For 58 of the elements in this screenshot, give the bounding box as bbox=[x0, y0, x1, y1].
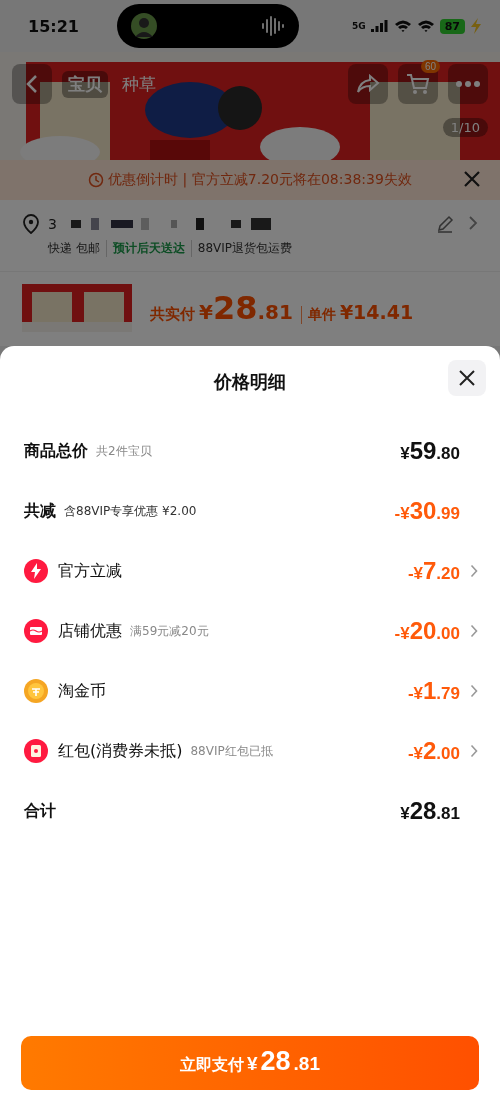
total-paid-price: ¥28.81 bbox=[199, 289, 293, 327]
chevron-right-icon bbox=[470, 564, 478, 578]
price-item-label: 店铺优惠 bbox=[58, 620, 122, 642]
total-paid-label: 共实付 bbox=[150, 305, 195, 324]
network-label: 5G bbox=[352, 21, 366, 31]
wifi-icon bbox=[416, 19, 435, 33]
delivery-info: 88VIP退货包运费 bbox=[190, 240, 293, 257]
avatar-icon bbox=[130, 13, 157, 39]
cart-icon bbox=[406, 73, 430, 95]
price-amount: ¥28.81 bbox=[400, 797, 460, 825]
countdown-text: 优惠倒计时 | 官方立减7.20元将在08:38:39失效 bbox=[108, 171, 412, 189]
chevron-right-icon bbox=[468, 215, 478, 231]
pay-now-button[interactable]: 立即支付¥28.81 bbox=[21, 1036, 479, 1090]
price-amount: -¥30.99 bbox=[394, 497, 460, 525]
delivery-info: 快递 包邮 bbox=[48, 240, 100, 257]
unit-price-label: 单件 bbox=[300, 306, 336, 324]
location-pin-icon bbox=[22, 214, 40, 234]
price-item-note: 共2件宝贝 bbox=[96, 442, 152, 460]
clock-icon bbox=[88, 172, 105, 188]
price-amount: -¥7.20 bbox=[407, 557, 460, 585]
unit-price: ¥14.41 bbox=[339, 301, 414, 323]
close-icon bbox=[462, 169, 482, 189]
status-time: 15:21 bbox=[28, 16, 79, 36]
close-icon bbox=[458, 369, 476, 387]
chevron-right-icon bbox=[470, 684, 478, 698]
price-amount: ¥59.80 bbox=[400, 437, 460, 465]
price-item-note: 88VIP红包已抵 bbox=[190, 742, 273, 760]
chevron-right-icon bbox=[470, 744, 478, 758]
price-item-label: 红包(消费券未抵) bbox=[58, 740, 183, 762]
battery-level: 87 bbox=[439, 18, 465, 34]
more-icon bbox=[456, 81, 480, 87]
shop-icon bbox=[24, 619, 48, 643]
sheet-title: 价格明细 bbox=[214, 370, 286, 394]
price-item-label: 淘金币 bbox=[58, 680, 106, 702]
price-amount: -¥2.00 bbox=[407, 737, 460, 765]
price-item-label: 官方立减 bbox=[58, 560, 122, 582]
lightning-icon bbox=[24, 559, 48, 583]
charging-icon bbox=[470, 18, 482, 34]
header-tab[interactable]: 种草 bbox=[118, 72, 160, 96]
coin-icon bbox=[24, 679, 48, 703]
share-icon bbox=[356, 74, 380, 94]
price-item-note: 满59元减20元 bbox=[130, 622, 209, 640]
chevron-right-icon bbox=[470, 624, 478, 638]
edit-icon bbox=[436, 215, 454, 233]
price-item-label: 合计 bbox=[24, 800, 56, 822]
price-item-note: 含88VIP专享优惠 ¥2.00 bbox=[64, 502, 197, 520]
close-button[interactable] bbox=[448, 360, 486, 396]
address-text: 3 bbox=[48, 216, 57, 232]
price-item-label: 共减 bbox=[24, 500, 56, 522]
signal-icon bbox=[370, 20, 389, 32]
price-amount: -¥20.00 bbox=[394, 617, 460, 645]
sound-wave-icon bbox=[260, 16, 285, 36]
envelope-icon bbox=[24, 739, 48, 763]
back-icon bbox=[26, 74, 38, 94]
price-item-label: 商品总价 bbox=[24, 440, 88, 462]
price-amount: -¥1.79 bbox=[407, 677, 460, 705]
delivery-info: 预计后天送达 bbox=[105, 240, 185, 257]
wifi-icon bbox=[393, 19, 412, 33]
